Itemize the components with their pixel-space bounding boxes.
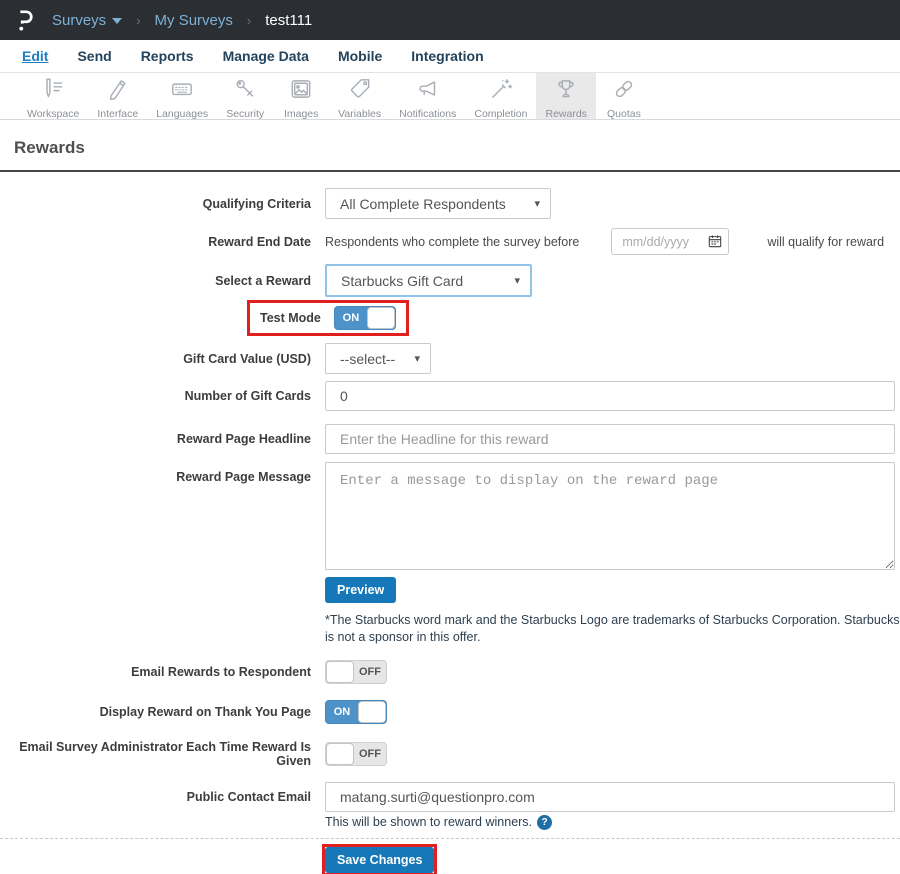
save-row: Save Changes — [0, 839, 900, 874]
breadcrumb-my-surveys[interactable]: My Surveys — [155, 12, 233, 29]
toggle-knob — [366, 307, 395, 329]
reward-page-message-label: Reward Page Message — [176, 470, 311, 484]
public-contact-email-row: Public Contact Email — [0, 781, 900, 812]
test-mode-toggle[interactable]: ON — [333, 306, 396, 330]
tool-languages[interactable]: Languages — [147, 73, 217, 120]
breadcrumb-surveys-label: Surveys — [52, 11, 107, 29]
annotation-box-save: Save Changes — [322, 843, 438, 874]
toggle-knob — [326, 660, 354, 683]
email-admin-row: Email Survey Administrator Each Time Rew… — [0, 740, 900, 768]
rewards-form: Qualifying Criteria All Complete Respond… — [0, 172, 900, 874]
tool-variables[interactable]: Variables — [329, 73, 390, 120]
menu-mobile[interactable]: Mobile — [338, 48, 382, 64]
number-of-gift-cards-row: Number of Gift Cards — [0, 381, 900, 411]
email-rewards-row: Email Rewards to Respondent OFF — [0, 659, 900, 684]
toggle-on-label: ON — [333, 705, 351, 718]
toggle-off-label: OFF — [359, 665, 381, 678]
select-reward-value: Starbucks Gift Card — [341, 272, 464, 289]
help-icon[interactable]: ? — [537, 814, 553, 830]
email-admin-toggle[interactable]: OFF — [325, 741, 387, 766]
magic-wand-icon — [488, 76, 514, 107]
megaphone-icon — [415, 76, 441, 107]
qualifying-criteria-label: Qualifying Criteria — [202, 196, 311, 211]
tag-icon — [347, 76, 373, 107]
gift-card-value-label: Gift Card Value (USD) — [183, 351, 311, 366]
breadcrumb-separator: › — [246, 12, 252, 28]
test-mode-row: Test Mode ON — [0, 300, 900, 336]
trophy-icon — [553, 76, 579, 107]
public-contact-email-input[interactable] — [325, 781, 895, 812]
email-helper-text: This will be shown to reward winners. — [325, 815, 533, 830]
display-reward-toggle[interactable]: ON — [325, 699, 387, 724]
reward-page-headline-input[interactable] — [325, 424, 895, 454]
breadcrumb-separator: › — [136, 12, 141, 28]
key-icon — [232, 76, 258, 107]
gift-card-value-value: --select-- — [340, 350, 396, 367]
topbar: Surveys › My Surveys › test111 — [0, 0, 900, 40]
menu-reports[interactable]: Reports — [141, 48, 194, 64]
toggle-knob — [358, 700, 386, 723]
page-title: Rewards — [14, 138, 85, 157]
save-changes-button[interactable]: Save Changes — [325, 846, 435, 873]
tool-workspace[interactable]: Workspace — [18, 73, 88, 120]
reward-end-date-label: Reward End Date — [208, 234, 311, 249]
menu-edit[interactable]: Edit — [22, 48, 48, 64]
email-rewards-toggle[interactable]: OFF — [325, 659, 387, 684]
tool-notifications[interactable]: Notifications — [390, 73, 465, 120]
trademark-note-row: *The Starbucks word mark and the Starbuc… — [0, 612, 900, 646]
select-reward-label: Select a Reward — [215, 273, 311, 288]
reward-end-date-row: Reward End Date Respondents who complete… — [0, 228, 900, 255]
tool-completion[interactable]: Completion — [465, 73, 536, 120]
annotation-box-test-mode: Test Mode ON — [247, 300, 409, 336]
breadcrumb-survey-name: test111 — [265, 11, 313, 29]
keyboard-icon — [169, 76, 195, 107]
tool-rewards[interactable]: Rewards — [536, 73, 596, 120]
image-icon — [288, 76, 314, 107]
public-contact-email-label: Public Contact Email — [186, 789, 311, 804]
reward-page-headline-label: Reward Page Headline — [176, 432, 311, 446]
email-admin-label: Email Survey Administrator Each Time Rew… — [19, 739, 311, 768]
display-reward-label: Display Reward on Thank You Page — [99, 704, 311, 719]
select-reward-select[interactable]: Starbucks Gift Card — [325, 264, 532, 297]
chevron-down-icon — [112, 18, 123, 24]
reward-page-message-textarea[interactable] — [325, 462, 895, 570]
calendar-icon[interactable] — [708, 234, 722, 253]
number-of-gift-cards-input[interactable] — [325, 381, 895, 411]
main-menu: Edit Send Reports Manage Data Mobile Int… — [0, 40, 900, 73]
menu-send[interactable]: Send — [77, 48, 111, 64]
gift-card-value-row: Gift Card Value (USD) --select-- — [0, 343, 900, 374]
preview-button[interactable]: Preview — [325, 577, 397, 603]
gift-card-value-select[interactable]: --select-- — [325, 343, 431, 374]
tool-images[interactable]: Images — [273, 73, 329, 120]
pen-icon — [105, 76, 131, 107]
tool-quotas[interactable]: Quotas — [596, 73, 652, 120]
chain-links-icon — [611, 76, 637, 107]
email-rewards-label: Email Rewards to Respondent — [131, 664, 311, 679]
questionpro-logo-icon[interactable] — [14, 7, 34, 33]
number-of-gift-cards-label: Number of Gift Cards — [184, 389, 311, 403]
preview-row: Preview — [0, 577, 900, 603]
reward-page-message-row: Reward Page Message — [0, 462, 900, 570]
qualifying-criteria-value: All Complete Respondents — [340, 195, 506, 212]
toggle-knob — [326, 742, 354, 765]
select-reward-row: Select a Reward Starbucks Gift Card — [0, 264, 900, 297]
tool-security[interactable]: Security — [217, 73, 273, 120]
display-reward-row: Display Reward on Thank You Page ON — [0, 699, 900, 724]
toggle-off-label: OFF — [359, 747, 381, 760]
end-date-prefix-text: Respondents who complete the survey befo… — [325, 234, 580, 249]
pencil-lines-icon — [40, 76, 66, 107]
menu-manage-data[interactable]: Manage Data — [223, 48, 309, 64]
reward-page-headline-row: Reward Page Headline — [0, 424, 900, 454]
tool-interface[interactable]: Interface — [88, 73, 147, 120]
qualifying-criteria-row: Qualifying Criteria All Complete Respond… — [0, 188, 900, 219]
starbucks-trademark-note: *The Starbucks word mark and the Starbuc… — [325, 613, 900, 644]
test-mode-label: Test Mode — [260, 311, 321, 325]
qualifying-criteria-select[interactable]: All Complete Respondents — [325, 188, 551, 219]
toggle-on-label: ON — [342, 312, 360, 324]
end-date-suffix-text: will qualify for reward — [767, 234, 885, 249]
email-helper-row: This will be shown to reward winners. ? — [0, 814, 900, 830]
menu-integration[interactable]: Integration — [411, 48, 483, 64]
breadcrumb-surveys[interactable]: Surveys — [52, 11, 123, 29]
edit-toolbar: Workspace Interface Languages Security I… — [0, 73, 900, 120]
